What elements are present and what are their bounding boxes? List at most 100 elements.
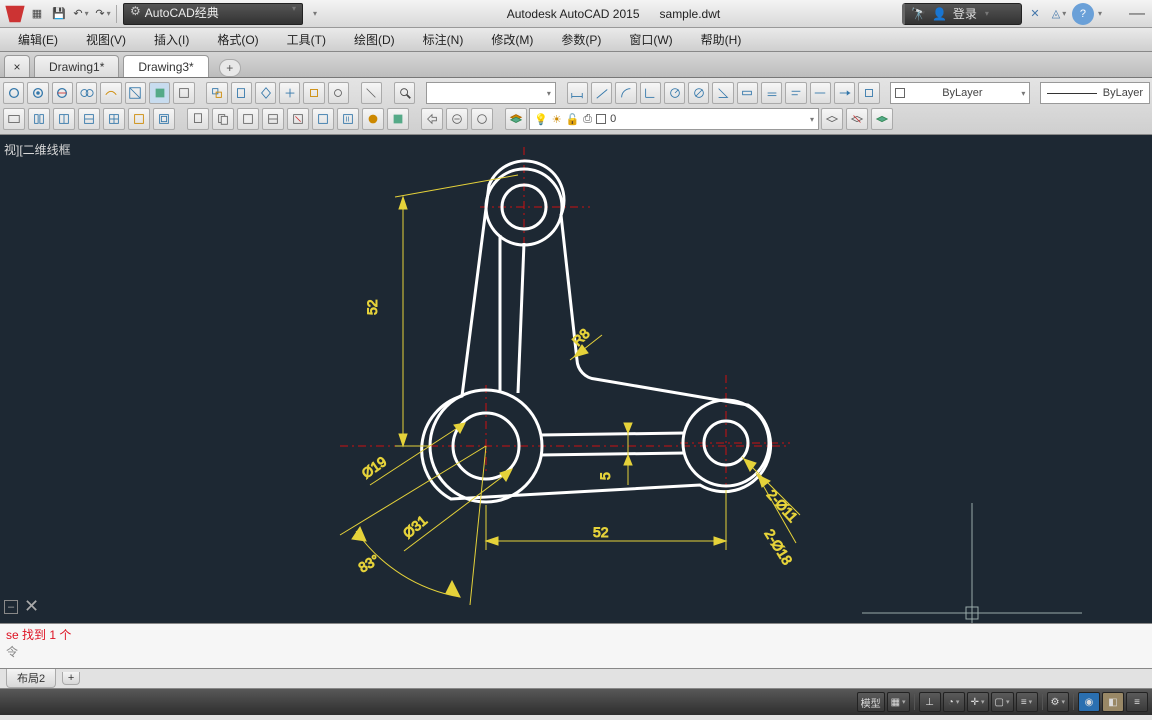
drawing-area[interactable]: 视][二维线框 <box>0 135 1152 623</box>
t2-5[interactable] <box>103 108 125 130</box>
t2-c7[interactable]: II <box>337 108 359 130</box>
status-iso[interactable]: ◉ <box>1078 692 1100 712</box>
t2-c2[interactable] <box>212 108 234 130</box>
infocenter-search[interactable]: 🔭 👤 登录 ▾ <box>902 3 1022 25</box>
layer-t3[interactable] <box>871 108 893 130</box>
dim-ang[interactable] <box>712 82 733 104</box>
t2-4[interactable] <box>78 108 100 130</box>
tool-zoom[interactable] <box>394 82 415 104</box>
doc-tab-drawing1[interactable]: Drawing1* <box>34 55 119 77</box>
help-button[interactable]: ? <box>1072 3 1094 25</box>
dim-dia[interactable] <box>688 82 709 104</box>
tool-d1[interactable] <box>3 82 24 104</box>
menu-draw[interactable]: 绘图(D) <box>342 29 407 50</box>
status-ann[interactable]: ◧ <box>1102 692 1124 712</box>
t2-u2[interactable] <box>446 108 468 130</box>
dim-q5[interactable] <box>834 82 855 104</box>
qat-more-button[interactable]: ▾ <box>303 3 325 25</box>
dim-aligned[interactable] <box>591 82 612 104</box>
t2-c1[interactable] <box>187 108 209 130</box>
minimize-button[interactable]: — <box>1126 3 1148 25</box>
color-combo[interactable]: ▾ <box>426 82 556 104</box>
layout-tab-2[interactable]: 布局2 <box>6 669 56 688</box>
t2-3[interactable] <box>53 108 75 130</box>
linetype-combo[interactable]: ByLayer <box>1040 82 1150 104</box>
layout-add-button[interactable]: + <box>62 672 80 685</box>
menu-view[interactable]: 视图(V) <box>74 29 138 50</box>
menu-edit[interactable]: 编辑(E) <box>6 29 70 50</box>
menu-insert[interactable]: 插入(I) <box>142 29 201 50</box>
status-polar[interactable]: ◔ <box>943 692 965 712</box>
t2-c8[interactable] <box>362 108 384 130</box>
exchange-button[interactable]: ✕ <box>1024 3 1046 25</box>
t2-c6[interactable] <box>312 108 334 130</box>
tool-d7[interactable] <box>149 82 170 104</box>
menu-dim[interactable]: 标注(N) <box>411 29 476 50</box>
menu-param[interactable]: 参数(P) <box>549 29 613 50</box>
dim-rad[interactable] <box>664 82 685 104</box>
t2-c9[interactable] <box>387 108 409 130</box>
menu-modify[interactable]: 修改(M) <box>479 29 545 50</box>
view-minus-button[interactable]: – <box>4 600 18 614</box>
add-tab-button[interactable]: + <box>219 59 241 77</box>
a360-button[interactable]: ◬▾ <box>1048 3 1070 25</box>
dim-linear[interactable] <box>567 82 588 104</box>
t2-1[interactable] <box>3 108 25 130</box>
dim-q6[interactable] <box>858 82 879 104</box>
dim-q1[interactable] <box>737 82 758 104</box>
t2-2[interactable] <box>28 108 50 130</box>
t2-c5[interactable] <box>287 108 309 130</box>
status-snap[interactable]: ⊥ <box>919 692 941 712</box>
status-lwt[interactable]: ≡ <box>1016 692 1038 712</box>
undo-button[interactable]: ↶▾ <box>70 3 92 25</box>
tool-d4[interactable] <box>76 82 97 104</box>
layer-t2[interactable] <box>846 108 868 130</box>
doc-tab-drawing3[interactable]: Drawing3* <box>123 55 208 77</box>
app-menu-button[interactable] <box>4 3 26 25</box>
menu-format[interactable]: 格式(O) <box>205 29 270 50</box>
menu-help[interactable]: 帮助(H) <box>689 29 754 50</box>
layer-combo[interactable]: 💡 ☀ 🔓 ⎙ 0 ▾ <box>529 108 819 130</box>
view-close-button[interactable]: ✕ <box>24 596 39 617</box>
tool-m6[interactable] <box>328 82 349 104</box>
save-button[interactable]: 💾 <box>48 3 70 25</box>
t2-u3[interactable] <box>471 108 493 130</box>
tool-m4[interactable] <box>279 82 300 104</box>
t2-7[interactable] <box>153 108 175 130</box>
tool-d8[interactable] <box>173 82 194 104</box>
dim-q2[interactable] <box>761 82 782 104</box>
tool-d6[interactable] <box>125 82 146 104</box>
status-model[interactable]: 模型 <box>857 692 885 712</box>
dim-arc[interactable] <box>615 82 636 104</box>
tool-d3[interactable] <box>52 82 73 104</box>
doc-tab-prev[interactable]: × <box>4 55 30 77</box>
status-custom[interactable]: ≡ <box>1126 692 1148 712</box>
tool-m7[interactable] <box>361 82 382 104</box>
t2-c4[interactable] <box>262 108 284 130</box>
menu-window[interactable]: 窗口(W) <box>617 29 684 50</box>
menu-tools[interactable]: 工具(T) <box>275 29 338 50</box>
dim-q3[interactable] <box>785 82 806 104</box>
tool-d2[interactable] <box>27 82 48 104</box>
tool-m2[interactable] <box>231 82 252 104</box>
status-gear[interactable]: ⚙ <box>1047 692 1069 712</box>
tool-d5[interactable] <box>100 82 121 104</box>
redo-button[interactable]: ↷▾ <box>92 3 114 25</box>
dim-q4[interactable] <box>810 82 831 104</box>
command-area[interactable]: se 找到 1 个 令 <box>0 623 1152 669</box>
tool-m1[interactable] <box>206 82 227 104</box>
status-grid[interactable]: ▦ <box>887 692 910 712</box>
t2-u1[interactable] <box>421 108 443 130</box>
new-button[interactable]: ▦ <box>26 3 48 25</box>
layer-t1[interactable] <box>821 108 843 130</box>
workspace-combo[interactable]: ⚙ AutoCAD经典 ▾ <box>123 3 303 25</box>
layer-props-button[interactable] <box>505 108 527 130</box>
t2-6[interactable] <box>128 108 150 130</box>
status-3dosnap[interactable]: ▢ <box>991 692 1014 712</box>
dim-ord[interactable] <box>640 82 661 104</box>
tool-m5[interactable] <box>303 82 324 104</box>
tool-m3[interactable] <box>255 82 276 104</box>
t2-c3[interactable] <box>237 108 259 130</box>
bylayer-combo[interactable]: ByLayer▾ <box>890 82 1030 104</box>
command-prompt[interactable]: 令 <box>6 643 1146 660</box>
